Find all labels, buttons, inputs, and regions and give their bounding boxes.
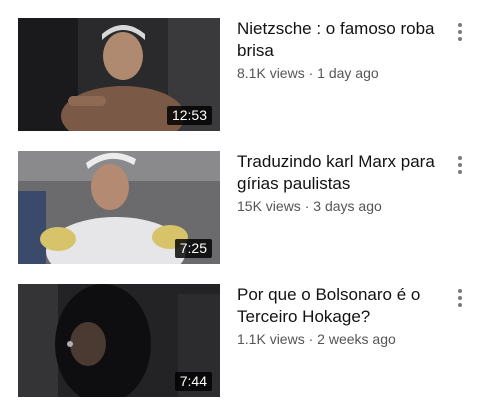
video-info[interactable]: Traduzindo karl Marx para gírias paulist…: [237, 151, 449, 215]
video-list: 12:53 Nietzsche : o famoso roba brisa 8.…: [0, 0, 478, 397]
video-duration: 7:44: [174, 372, 212, 391]
video-item[interactable]: 7:25 Traduzindo karl Marx para gírias pa…: [0, 151, 478, 267]
video-info[interactable]: Nietzsche : o famoso roba brisa 8.1K vie…: [237, 18, 449, 82]
video-duration: 7:25: [174, 239, 212, 258]
video-metadata: 15K views · 3 days ago: [237, 197, 449, 215]
view-count: 1.1K views: [237, 331, 305, 347]
upload-age: 1 day ago: [317, 65, 379, 81]
video-title[interactable]: Por que o Bolsonaro é o Terceiro Hokage?: [237, 284, 449, 328]
meta-separator: ·: [308, 331, 314, 347]
more-vert-icon[interactable]: [452, 287, 468, 309]
video-metadata: 8.1K views · 1 day ago: [237, 64, 449, 82]
more-vert-icon[interactable]: [452, 21, 468, 43]
video-title[interactable]: Traduzindo karl Marx para gírias paulist…: [237, 151, 449, 195]
meta-separator: ·: [308, 65, 314, 81]
video-thumbnail[interactable]: 12:53: [18, 18, 220, 131]
video-item[interactable]: 7:44 Por que o Bolsonaro é o Terceiro Ho…: [0, 284, 478, 400]
upload-age: 2 weeks ago: [317, 331, 396, 347]
view-count: 8.1K views: [237, 65, 305, 81]
video-title[interactable]: Nietzsche : o famoso roba brisa: [237, 18, 449, 62]
video-thumbnail[interactable]: 7:25: [18, 151, 220, 264]
view-count: 15K views: [237, 198, 301, 214]
video-metadata: 1.1K views · 2 weeks ago: [237, 330, 449, 348]
meta-separator: ·: [304, 198, 310, 214]
more-vert-icon[interactable]: [452, 154, 468, 176]
video-item[interactable]: 12:53 Nietzsche : o famoso roba brisa 8.…: [0, 18, 478, 134]
video-info[interactable]: Por que o Bolsonaro é o Terceiro Hokage?…: [237, 284, 449, 348]
video-thumbnail[interactable]: 7:44: [18, 284, 220, 397]
video-duration: 12:53: [166, 106, 212, 125]
upload-age: 3 days ago: [313, 198, 382, 214]
